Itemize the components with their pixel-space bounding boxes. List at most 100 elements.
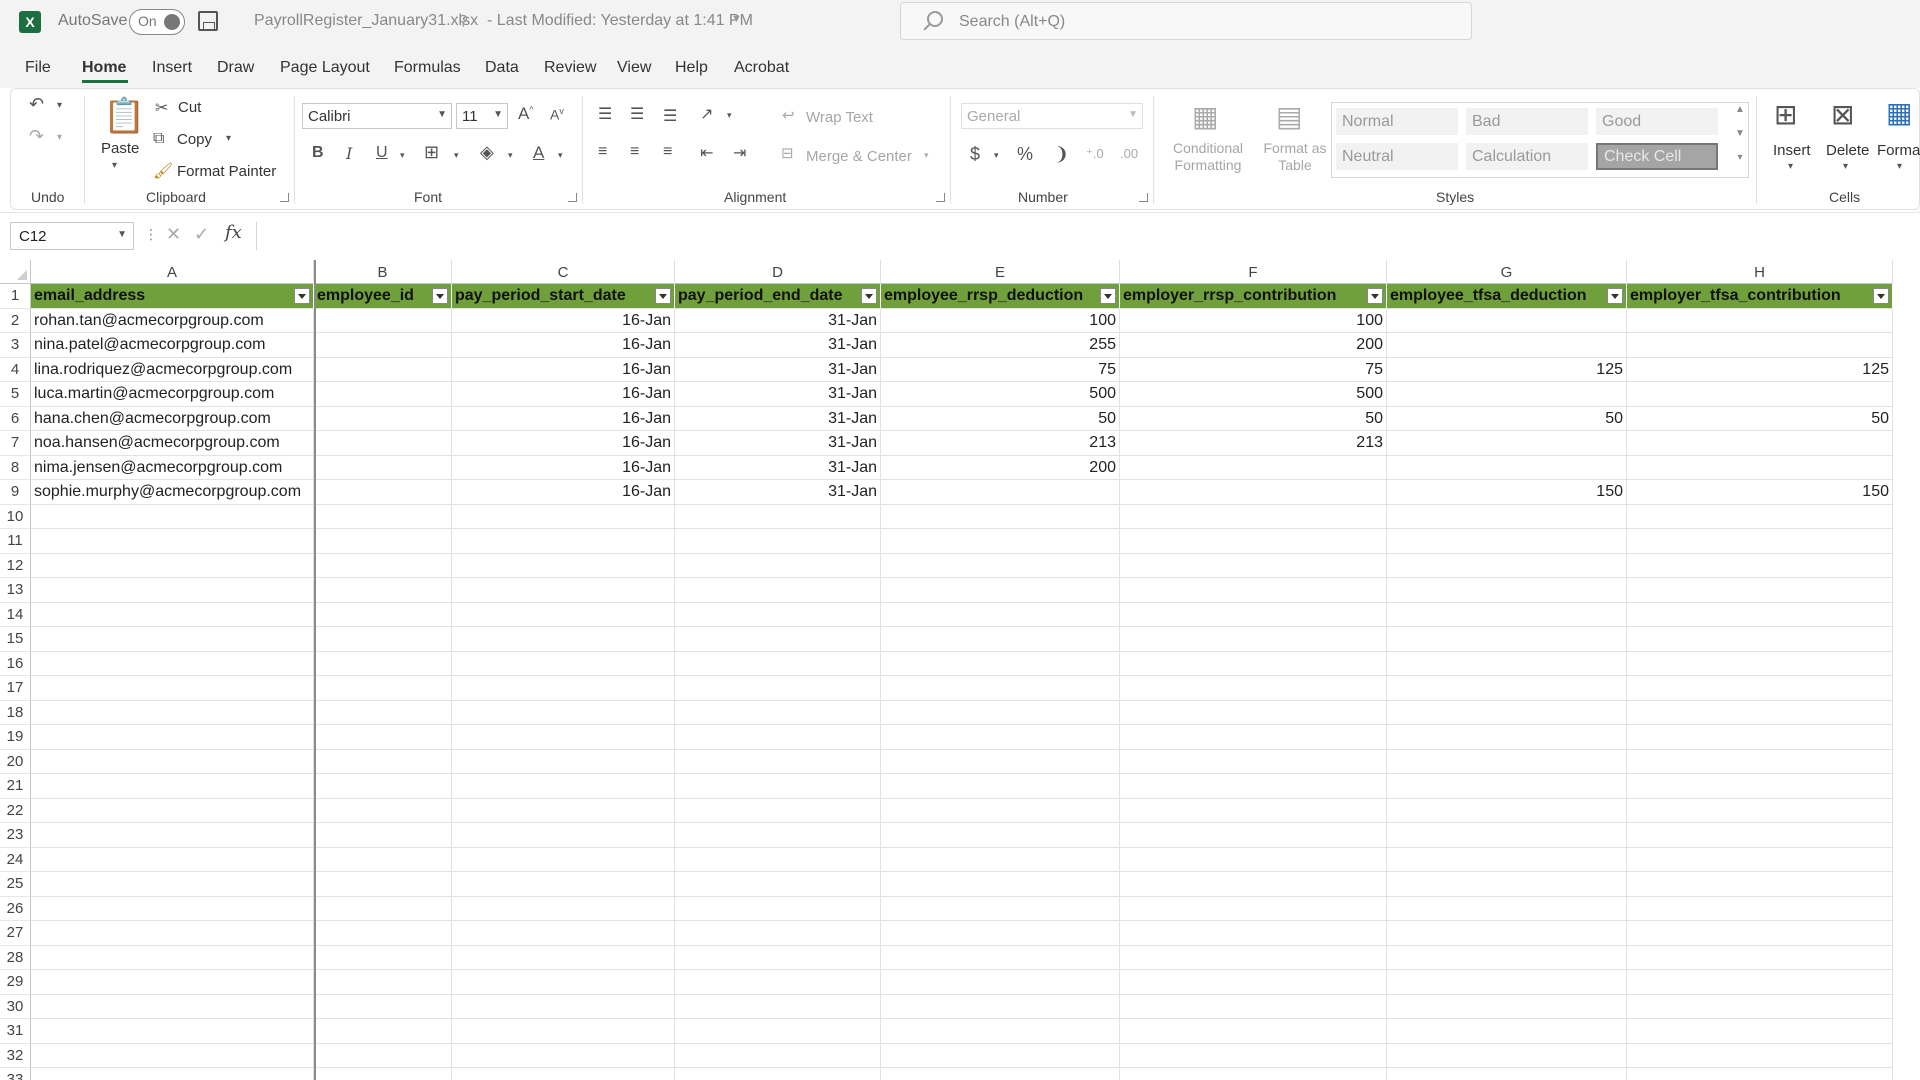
filter-dropdown-icon[interactable] — [1367, 288, 1383, 304]
table-cell[interactable] — [452, 823, 675, 848]
table-cell[interactable] — [452, 945, 675, 970]
table-cell[interactable] — [881, 945, 1120, 970]
chevron-down-icon[interactable]: ▾ — [57, 132, 62, 143]
table-cell[interactable] — [1387, 455, 1627, 480]
row-header[interactable]: 18 — [0, 700, 31, 725]
font-size-select[interactable]: 11 ▼ — [456, 103, 508, 129]
tab-file[interactable]: File — [25, 59, 51, 77]
row-header[interactable]: 31 — [0, 1019, 31, 1044]
conditional-formatting-icon[interactable]: ▦ — [1192, 100, 1218, 133]
table-cell[interactable] — [881, 504, 1120, 529]
format-painter-icon[interactable]: 🖌 — [153, 161, 173, 181]
table-cell[interactable] — [31, 1019, 314, 1044]
table-cell[interactable] — [31, 578, 314, 603]
table-cell[interactable] — [1627, 1043, 1893, 1068]
table-cell[interactable] — [1387, 308, 1627, 333]
clipboard-launcher-icon[interactable] — [280, 193, 289, 202]
table-cell[interactable] — [881, 725, 1120, 750]
table-cell[interactable] — [452, 504, 675, 529]
table-cell[interactable] — [881, 1043, 1120, 1068]
table-cell[interactable] — [675, 994, 881, 1019]
table-cell[interactable] — [314, 774, 452, 799]
table-cell[interactable] — [881, 921, 1120, 946]
more-styles-icon[interactable]: ▾ — [1733, 152, 1747, 176]
table-cell[interactable] — [314, 798, 452, 823]
table-cell[interactable] — [1627, 553, 1893, 578]
table-cell[interactable]: 50 — [1627, 406, 1893, 431]
currency-icon[interactable]: $ — [970, 144, 980, 165]
table-cell[interactable] — [452, 1019, 675, 1044]
table-cell[interactable] — [881, 823, 1120, 848]
row-header[interactable]: 12 — [0, 553, 31, 578]
align-center-icon[interactable]: ≡ — [630, 143, 639, 161]
table-cell[interactable] — [1387, 627, 1627, 652]
table-cell[interactable] — [314, 308, 452, 333]
worksheet-grid[interactable]: ABCDEFGH 1 email_address employee_id pay_pe… — [0, 260, 1920, 1080]
table-cell[interactable] — [1627, 602, 1893, 627]
table-cell[interactable] — [31, 602, 314, 627]
row-header[interactable]: 30 — [0, 994, 31, 1019]
filter-dropdown-icon[interactable] — [1100, 288, 1116, 304]
table-cell[interactable] — [675, 823, 881, 848]
enter-icon[interactable]: ✓ — [194, 224, 209, 245]
chevron-down-icon[interactable]: ▾ — [924, 150, 929, 161]
delete-button[interactable]: Delete — [1826, 142, 1869, 159]
table-cell[interactable] — [452, 602, 675, 627]
cancel-icon[interactable]: ✕ — [166, 224, 181, 245]
table-cell[interactable] — [1120, 921, 1387, 946]
table-cell[interactable] — [452, 725, 675, 750]
table-cell[interactable] — [314, 872, 452, 897]
table-cell[interactable] — [1387, 1043, 1627, 1068]
table-cell[interactable] — [1387, 774, 1627, 799]
row-header[interactable]: 23 — [0, 823, 31, 848]
chevron-down-icon[interactable]: ▾ — [400, 150, 405, 161]
table-cell[interactable] — [31, 504, 314, 529]
table-cell[interactable]: 16-Jan — [452, 455, 675, 480]
table-cell[interactable] — [675, 872, 881, 897]
table-cell[interactable] — [31, 676, 314, 701]
table-cell[interactable] — [1387, 651, 1627, 676]
table-cell[interactable] — [1387, 382, 1627, 407]
table-cell[interactable]: 213 — [881, 431, 1120, 456]
underline-icon[interactable]: U — [376, 144, 388, 162]
chevron-down-icon[interactable]: ▼ — [731, 13, 742, 25]
table-cell[interactable] — [1387, 553, 1627, 578]
table-cell[interactable] — [314, 627, 452, 652]
column-header-g[interactable]: G — [1387, 260, 1627, 284]
tab-page-layout[interactable]: Page Layout — [280, 59, 370, 77]
table-cell[interactable] — [31, 553, 314, 578]
table-cell[interactable] — [1387, 602, 1627, 627]
row-header[interactable]: 19 — [0, 725, 31, 750]
table-cell[interactable]: 16-Jan — [452, 480, 675, 505]
scroll-up-icon[interactable]: ▲ — [1733, 104, 1747, 128]
table-cell[interactable] — [675, 627, 881, 652]
merge-center-icon[interactable]: ⊟ — [781, 144, 794, 162]
table-cell[interactable] — [314, 945, 452, 970]
delete-cells-icon[interactable]: ⊠ — [1831, 98, 1854, 131]
table-cell[interactable]: 125 — [1627, 357, 1893, 382]
table-cell[interactable] — [452, 1068, 675, 1080]
table-cell[interactable] — [314, 406, 452, 431]
row-header[interactable]: 13 — [0, 578, 31, 603]
table-cell[interactable] — [314, 602, 452, 627]
table-cell[interactable] — [1120, 749, 1387, 774]
table-cell[interactable] — [314, 700, 452, 725]
table-cell[interactable] — [31, 1068, 314, 1080]
tab-data[interactable]: Data — [485, 59, 519, 77]
table-cell[interactable] — [675, 1068, 881, 1080]
table-header-cell[interactable]: pay_period_end_date — [675, 284, 881, 309]
table-cell[interactable] — [314, 1068, 452, 1080]
filter-dropdown-icon[interactable] — [294, 288, 310, 304]
align-middle-icon[interactable]: ☰ — [630, 104, 644, 124]
table-cell[interactable] — [675, 1043, 881, 1068]
table-cell[interactable] — [31, 774, 314, 799]
table-cell[interactable] — [314, 847, 452, 872]
table-cell[interactable] — [1387, 1068, 1627, 1080]
table-cell[interactable]: 16-Jan — [452, 406, 675, 431]
table-cell[interactable] — [452, 700, 675, 725]
table-cell[interactable] — [452, 774, 675, 799]
table-cell[interactable] — [452, 847, 675, 872]
font-name-select[interactable]: Calibri ▼ — [302, 103, 452, 129]
table-cell[interactable] — [1627, 651, 1893, 676]
table-cell[interactable] — [1627, 896, 1893, 921]
